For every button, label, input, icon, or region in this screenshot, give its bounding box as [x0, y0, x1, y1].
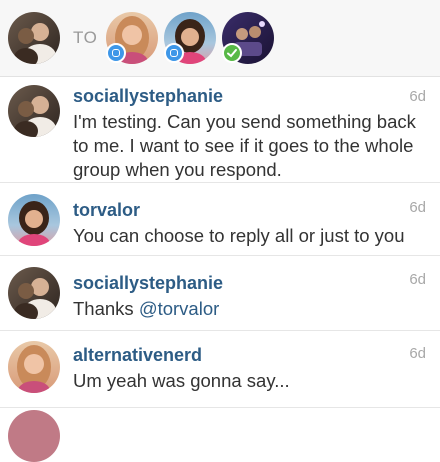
message-username[interactable]: sociallystephanie — [73, 273, 223, 294]
message-username[interactable]: alternativenerd — [73, 345, 202, 366]
divider — [0, 255, 440, 256]
message-username[interactable]: torvalor — [73, 200, 140, 221]
message-item[interactable]: alternativenerd 6d Um yeah was gonna say… — [0, 332, 440, 408]
divider — [0, 182, 440, 183]
check-badge-icon — [222, 43, 242, 63]
message-item[interactable]: sociallystephanie 6d I'm testing. Can yo… — [0, 77, 440, 183]
message-text-prefix: Thanks — [73, 298, 139, 319]
mention-link[interactable]: @torvalor — [139, 298, 219, 319]
message-item[interactable]: sociallystephanie 6d Thanks @torvalor — [0, 257, 440, 331]
message-avatar[interactable] — [8, 194, 60, 246]
divider — [0, 407, 440, 408]
message-text: Thanks @torvalor — [73, 297, 418, 321]
message-username[interactable]: sociallystephanie — [73, 86, 223, 107]
message-avatar[interactable] — [8, 410, 60, 462]
recipient-badge-icon — [106, 43, 126, 63]
message-avatar[interactable] — [8, 267, 60, 319]
message-time: 6d — [409, 345, 426, 362]
message-time: 6d — [409, 88, 426, 105]
message-text: Um yeah was gonna say... — [73, 370, 290, 391]
sender-avatar — [8, 12, 60, 64]
message-item[interactable]: torvalor 6d You can choose to reply all … — [0, 184, 440, 256]
message-time: 6d — [409, 271, 426, 288]
divider — [0, 330, 440, 331]
recipient-badge-icon — [164, 43, 184, 63]
message-text: I'm testing. Can you send something back… — [73, 111, 416, 180]
to-label: TO — [73, 28, 98, 47]
message-time: 6d — [409, 199, 426, 216]
recipients-header: TO — [0, 0, 440, 77]
message-avatar[interactable] — [8, 85, 60, 137]
message-avatar[interactable] — [8, 341, 60, 393]
message-text: You can choose to reply all or just to y… — [73, 225, 405, 246]
